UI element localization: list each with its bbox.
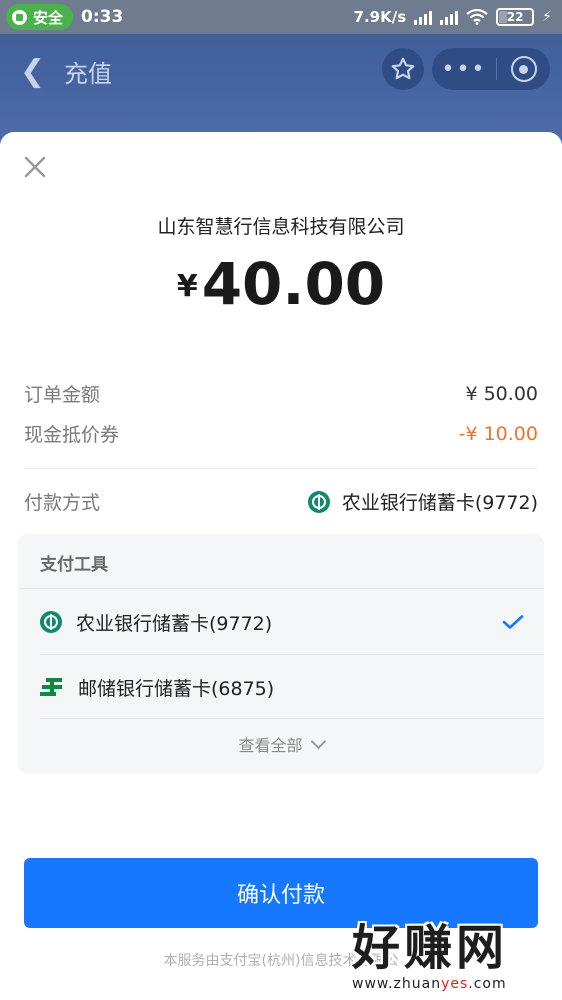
order-amount-label: 订单金额: [24, 384, 101, 406]
back-icon[interactable]: ❮: [20, 54, 45, 89]
order-amount-row: 订单金额 ¥ 50.00: [24, 380, 538, 407]
abc-bank-icon: [40, 611, 62, 633]
star-icon: [391, 57, 415, 80]
payment-amount: ¥40.00: [0, 250, 562, 318]
coupon-row: 现金抵价券 -¥ 10.00: [24, 420, 538, 447]
target-icon: [510, 56, 537, 82]
security-badge[interactable]: 安全: [6, 4, 74, 30]
shield-icon: [12, 9, 27, 25]
mini-program-capsule: •••: [432, 48, 550, 90]
status-bar: 安全 0:33 7.9K/s 22 ⚡: [0, 0, 562, 34]
charging-icon: ⚡: [542, 9, 552, 25]
payment-sheet: 山东智慧行信息科技有限公司 ¥40.00 订单金额 ¥ 50.00 现金抵价券 …: [0, 132, 562, 1000]
close-icon[interactable]: [20, 152, 50, 182]
battery-icon: 22: [496, 8, 535, 26]
security-label: 安全: [33, 8, 64, 27]
view-all-button[interactable]: 查看全部: [18, 732, 544, 756]
payment-tool-label: 邮储银行储蓄卡(6875): [78, 677, 275, 700]
wifi-icon: [466, 9, 488, 25]
psbc-bank-icon: [40, 676, 64, 698]
abc-bank-icon: [307, 490, 330, 513]
page-title: 充值: [64, 60, 112, 88]
coupon-value: -¥ 10.00: [458, 422, 538, 445]
currency-symbol: ¥: [176, 269, 198, 304]
payment-tool-abc[interactable]: 农业银行储蓄卡(9772): [40, 590, 524, 654]
payment-method-value: 农业银行储蓄卡(9772): [341, 492, 538, 514]
amount-value: 40.00: [201, 250, 386, 318]
network-speed: 7.9K/s: [353, 8, 407, 26]
coupon-label: 现金抵价券: [24, 424, 120, 446]
payment-tools-heading: 支付工具: [40, 555, 108, 575]
signal-icon: [414, 9, 433, 25]
divider: [24, 468, 538, 469]
favorite-button[interactable]: [382, 48, 424, 90]
checkmark-icon: [502, 615, 524, 629]
payment-tools-panel: 支付工具 农业银行储蓄卡(9772) 邮储银行储蓄卡(6875) 查看全部: [18, 534, 544, 774]
watermark-text: 好赚网: [352, 920, 509, 976]
view-all-label: 查看全部: [238, 736, 303, 755]
app-header: ❮ 充值 •••: [0, 34, 562, 144]
payment-method-label: 付款方式: [24, 492, 101, 514]
payment-method-row[interactable]: 付款方式 农业银行储蓄卡(9772): [24, 488, 538, 515]
battery-level: 22: [506, 10, 524, 24]
watermark-url: www.zhuanyes.com: [352, 976, 507, 992]
signal-icon: [440, 9, 459, 25]
payment-tool-label: 农业银行储蓄卡(9772): [76, 612, 273, 635]
more-icon[interactable]: •••: [432, 57, 496, 82]
close-mini-program-button[interactable]: [497, 56, 550, 82]
merchant-name: 山东智慧行信息科技有限公司: [157, 216, 405, 238]
order-amount-value: ¥ 50.00: [465, 382, 538, 405]
chevron-down-icon: [310, 733, 326, 750]
clock: 0:33: [81, 7, 124, 27]
watermark: 好赚网 www.zhuanyes.com: [352, 908, 552, 998]
payment-tool-psbc[interactable]: 邮储银行储蓄卡(6875): [40, 655, 524, 719]
